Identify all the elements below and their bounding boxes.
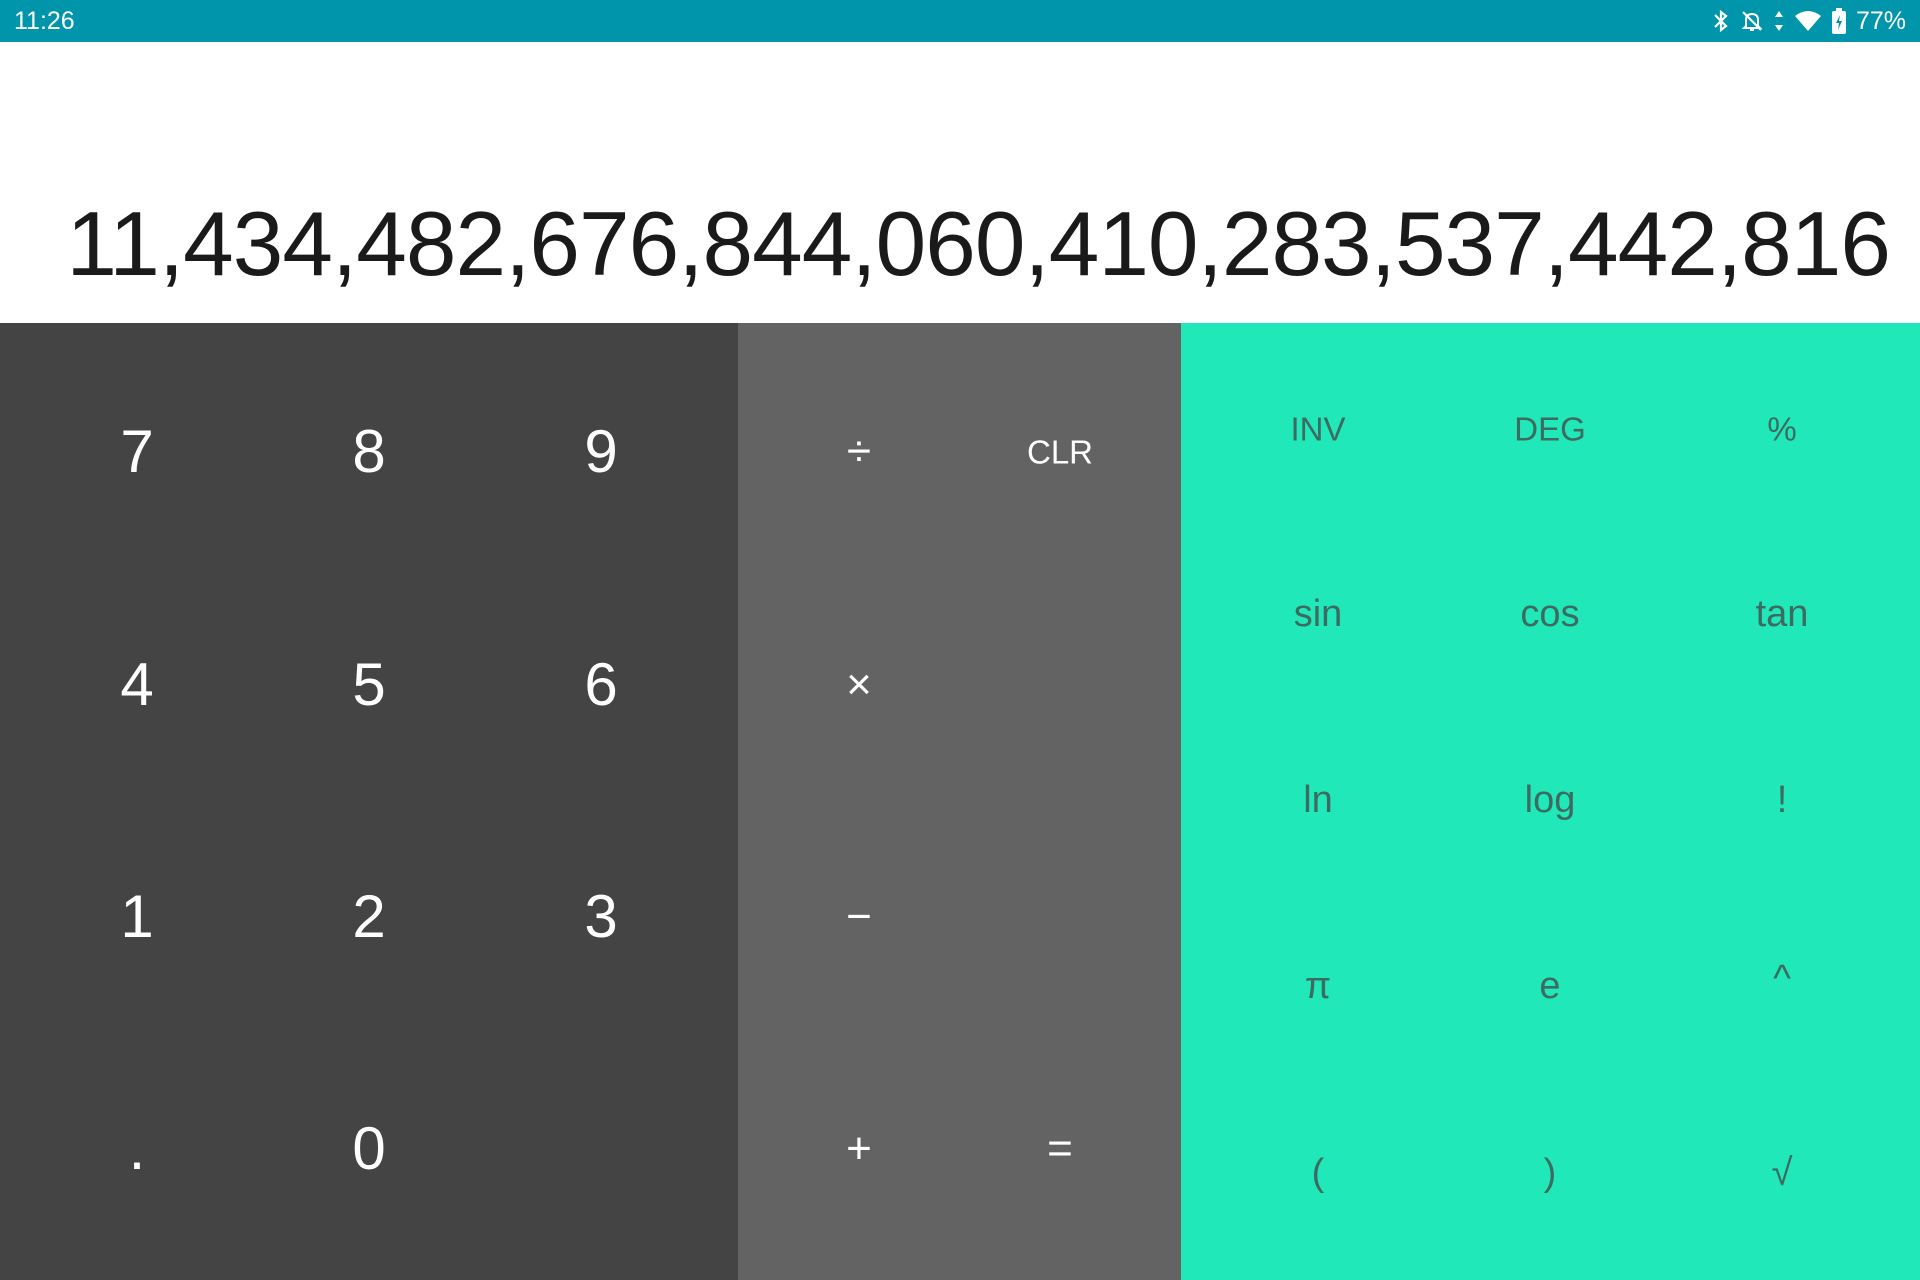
result-display: 11,434,482,676,844,060,410,283,537,442,8…	[66, 194, 1891, 295]
digit-1-button[interactable]: 1	[120, 887, 153, 947]
digit-3-button[interactable]: 3	[584, 887, 617, 947]
sin-button[interactable]: sin	[1294, 595, 1343, 633]
operator-pad: ÷ CLR × − + =	[738, 323, 1181, 1280]
clear-button[interactable]: CLR	[1027, 436, 1093, 469]
battery-percent: 77%	[1855, 6, 1906, 35]
data-arrows-icon	[1774, 9, 1784, 33]
open-paren-button[interactable]: (	[1312, 1154, 1325, 1192]
status-icons: 77%	[1712, 7, 1906, 36]
digit-5-button[interactable]: 5	[352, 655, 385, 715]
ln-button[interactable]: ln	[1303, 781, 1333, 819]
percent-button[interactable]: %	[1767, 413, 1796, 446]
log-button[interactable]: log	[1525, 781, 1576, 819]
advanced-pad: INV DEG % sin cos tan ln log ! π e ^ ( )…	[1181, 323, 1920, 1280]
multiply-button[interactable]: ×	[846, 663, 872, 707]
digit-7-button[interactable]: 7	[120, 422, 153, 482]
digit-6-button[interactable]: 6	[584, 655, 617, 715]
digit-pad: 7 8 9 4 5 6 1 2 3 . 0	[0, 323, 738, 1280]
euler-e-button[interactable]: e	[1539, 967, 1560, 1005]
add-button[interactable]: +	[846, 1127, 872, 1171]
cos-button[interactable]: cos	[1520, 595, 1579, 633]
digit-8-button[interactable]: 8	[352, 422, 385, 482]
factorial-button[interactable]: !	[1777, 781, 1788, 819]
subtract-button[interactable]: −	[846, 895, 872, 939]
tan-button[interactable]: tan	[1756, 595, 1809, 633]
status-time: 11:26	[14, 6, 75, 35]
pi-button[interactable]: π	[1305, 967, 1331, 1005]
equals-button[interactable]: =	[1047, 1127, 1073, 1171]
digit-4-button[interactable]: 4	[120, 655, 153, 715]
status-bar: 11:26 77%	[0, 0, 1920, 42]
digit-2-button[interactable]: 2	[352, 887, 385, 947]
digit-9-button[interactable]: 9	[584, 422, 617, 482]
divide-button[interactable]: ÷	[847, 430, 871, 474]
notifications-off-icon	[1740, 9, 1764, 33]
decimal-point-button[interactable]: .	[129, 1119, 146, 1179]
battery-charging-icon	[1831, 8, 1846, 34]
inverse-button[interactable]: INV	[1290, 413, 1345, 446]
close-paren-button[interactable]: )	[1544, 1154, 1557, 1192]
power-button[interactable]: ^	[1773, 960, 1791, 998]
degree-mode-button[interactable]: DEG	[1514, 413, 1586, 446]
wifi-icon	[1794, 9, 1822, 33]
bluetooth-icon	[1712, 9, 1730, 33]
square-root-button[interactable]: √	[1772, 1154, 1793, 1192]
calculator-display: 11,434,482,676,844,060,410,283,537,442,8…	[0, 42, 1920, 323]
digit-0-button[interactable]: 0	[352, 1119, 385, 1179]
